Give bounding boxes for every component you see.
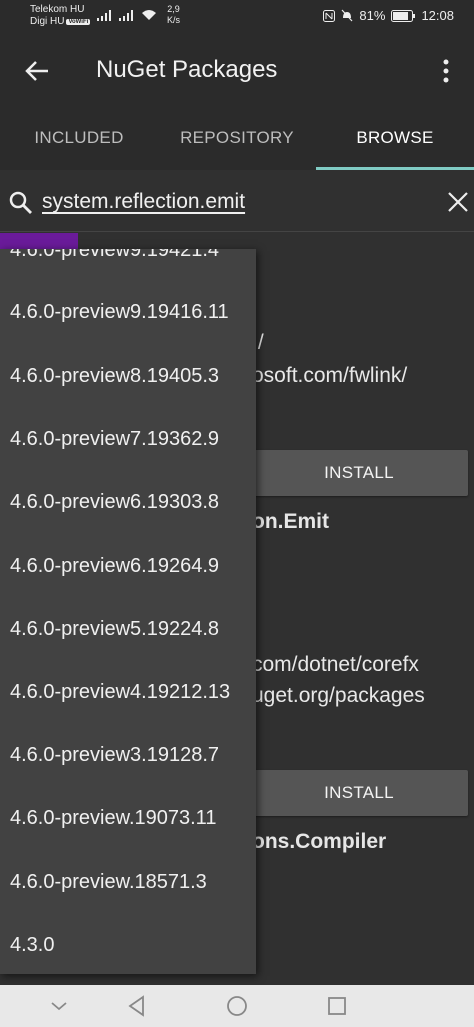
carrier-info: Telekom HU Digi HU VoWiFi bbox=[30, 4, 91, 28]
network-speed: 2,9 K/s bbox=[167, 4, 181, 25]
version-option[interactable]: 4.6.0-preview5.19224.8 bbox=[10, 618, 219, 641]
tab-repository[interactable]: REPOSITORY bbox=[158, 106, 316, 170]
search-icon bbox=[9, 191, 32, 214]
mute-icon bbox=[341, 9, 353, 22]
wifi-icon bbox=[142, 10, 156, 20]
search-input[interactable] bbox=[42, 188, 422, 216]
tab-bar: INCLUDED REPOSITORY BROWSE bbox=[0, 106, 474, 170]
signal-icon bbox=[119, 9, 133, 21]
version-dropdown: 4.6.0-preview9.19421.4 4.6.0-preview9.19… bbox=[0, 249, 256, 974]
install-button[interactable]: INSTALL bbox=[250, 450, 468, 496]
package-url-fragment[interactable]: osoft.com/fwlink/ bbox=[252, 364, 407, 388]
search-bar bbox=[0, 170, 474, 232]
install-button[interactable]: INSTALL bbox=[250, 770, 468, 816]
package-name: ons.Compiler bbox=[252, 830, 387, 853]
carrier1-label: Telekom HU bbox=[30, 4, 85, 15]
battery-percent: 81% bbox=[359, 8, 386, 23]
version-option[interactable]: 4.6.0-preview.19073.11 bbox=[10, 807, 216, 830]
nav-back-icon[interactable] bbox=[124, 993, 150, 1019]
version-option[interactable]: 4.6.0-preview4.19212.13 bbox=[10, 681, 230, 704]
battery-icon bbox=[391, 9, 416, 22]
back-arrow-icon[interactable] bbox=[22, 56, 52, 86]
package-url-fragment[interactable]: com/dotnet/corefx bbox=[252, 653, 419, 677]
version-option[interactable]: 4.6.0-preview7.19362.9 bbox=[10, 428, 219, 451]
clock: 12:08 bbox=[421, 8, 454, 23]
close-icon[interactable] bbox=[446, 190, 470, 214]
nfc-icon bbox=[323, 9, 336, 22]
nav-home-icon[interactable] bbox=[224, 993, 250, 1019]
package-tag bbox=[0, 233, 78, 249]
version-option[interactable]: 4.6.0-preview3.19128.7 bbox=[10, 744, 219, 767]
version-option[interactable]: 4.6.0-preview9.19416.11 bbox=[10, 301, 229, 324]
chevron-down-icon[interactable] bbox=[46, 993, 72, 1019]
app-bar: NuGet Packages bbox=[0, 34, 474, 106]
signal-icon bbox=[97, 9, 111, 21]
status-bar: Telekom HU Digi HU VoWiFi 2,9 K/s 81% 12:… bbox=[0, 0, 474, 34]
nav-recents-icon[interactable] bbox=[324, 993, 350, 1019]
system-nav-bar bbox=[0, 985, 474, 1027]
carrier2-label: Digi HU bbox=[30, 16, 65, 27]
version-option[interactable]: 4.6.0-preview.18571.3 bbox=[10, 871, 207, 894]
tab-browse[interactable]: BROWSE bbox=[316, 106, 474, 170]
version-option[interactable]: 4.6.0-preview6.19264.9 bbox=[10, 555, 219, 578]
page-title: NuGet Packages bbox=[96, 56, 278, 83]
package-name: on.Emit bbox=[252, 510, 329, 533]
version-option[interactable]: 4.3.0 bbox=[10, 934, 54, 957]
package-url-fragment[interactable]: uget.org/packages bbox=[252, 684, 425, 708]
version-option[interactable]: 4.6.0-preview6.19303.8 bbox=[10, 491, 219, 514]
version-option[interactable]: 4.6.0-preview9.19421.4 bbox=[10, 249, 219, 262]
more-options-icon[interactable] bbox=[434, 56, 458, 86]
version-option[interactable]: 4.6.0-preview8.19405.3 bbox=[10, 365, 219, 388]
tab-included[interactable]: INCLUDED bbox=[0, 106, 158, 170]
vowifi-badge: VoWiFi bbox=[66, 19, 91, 25]
